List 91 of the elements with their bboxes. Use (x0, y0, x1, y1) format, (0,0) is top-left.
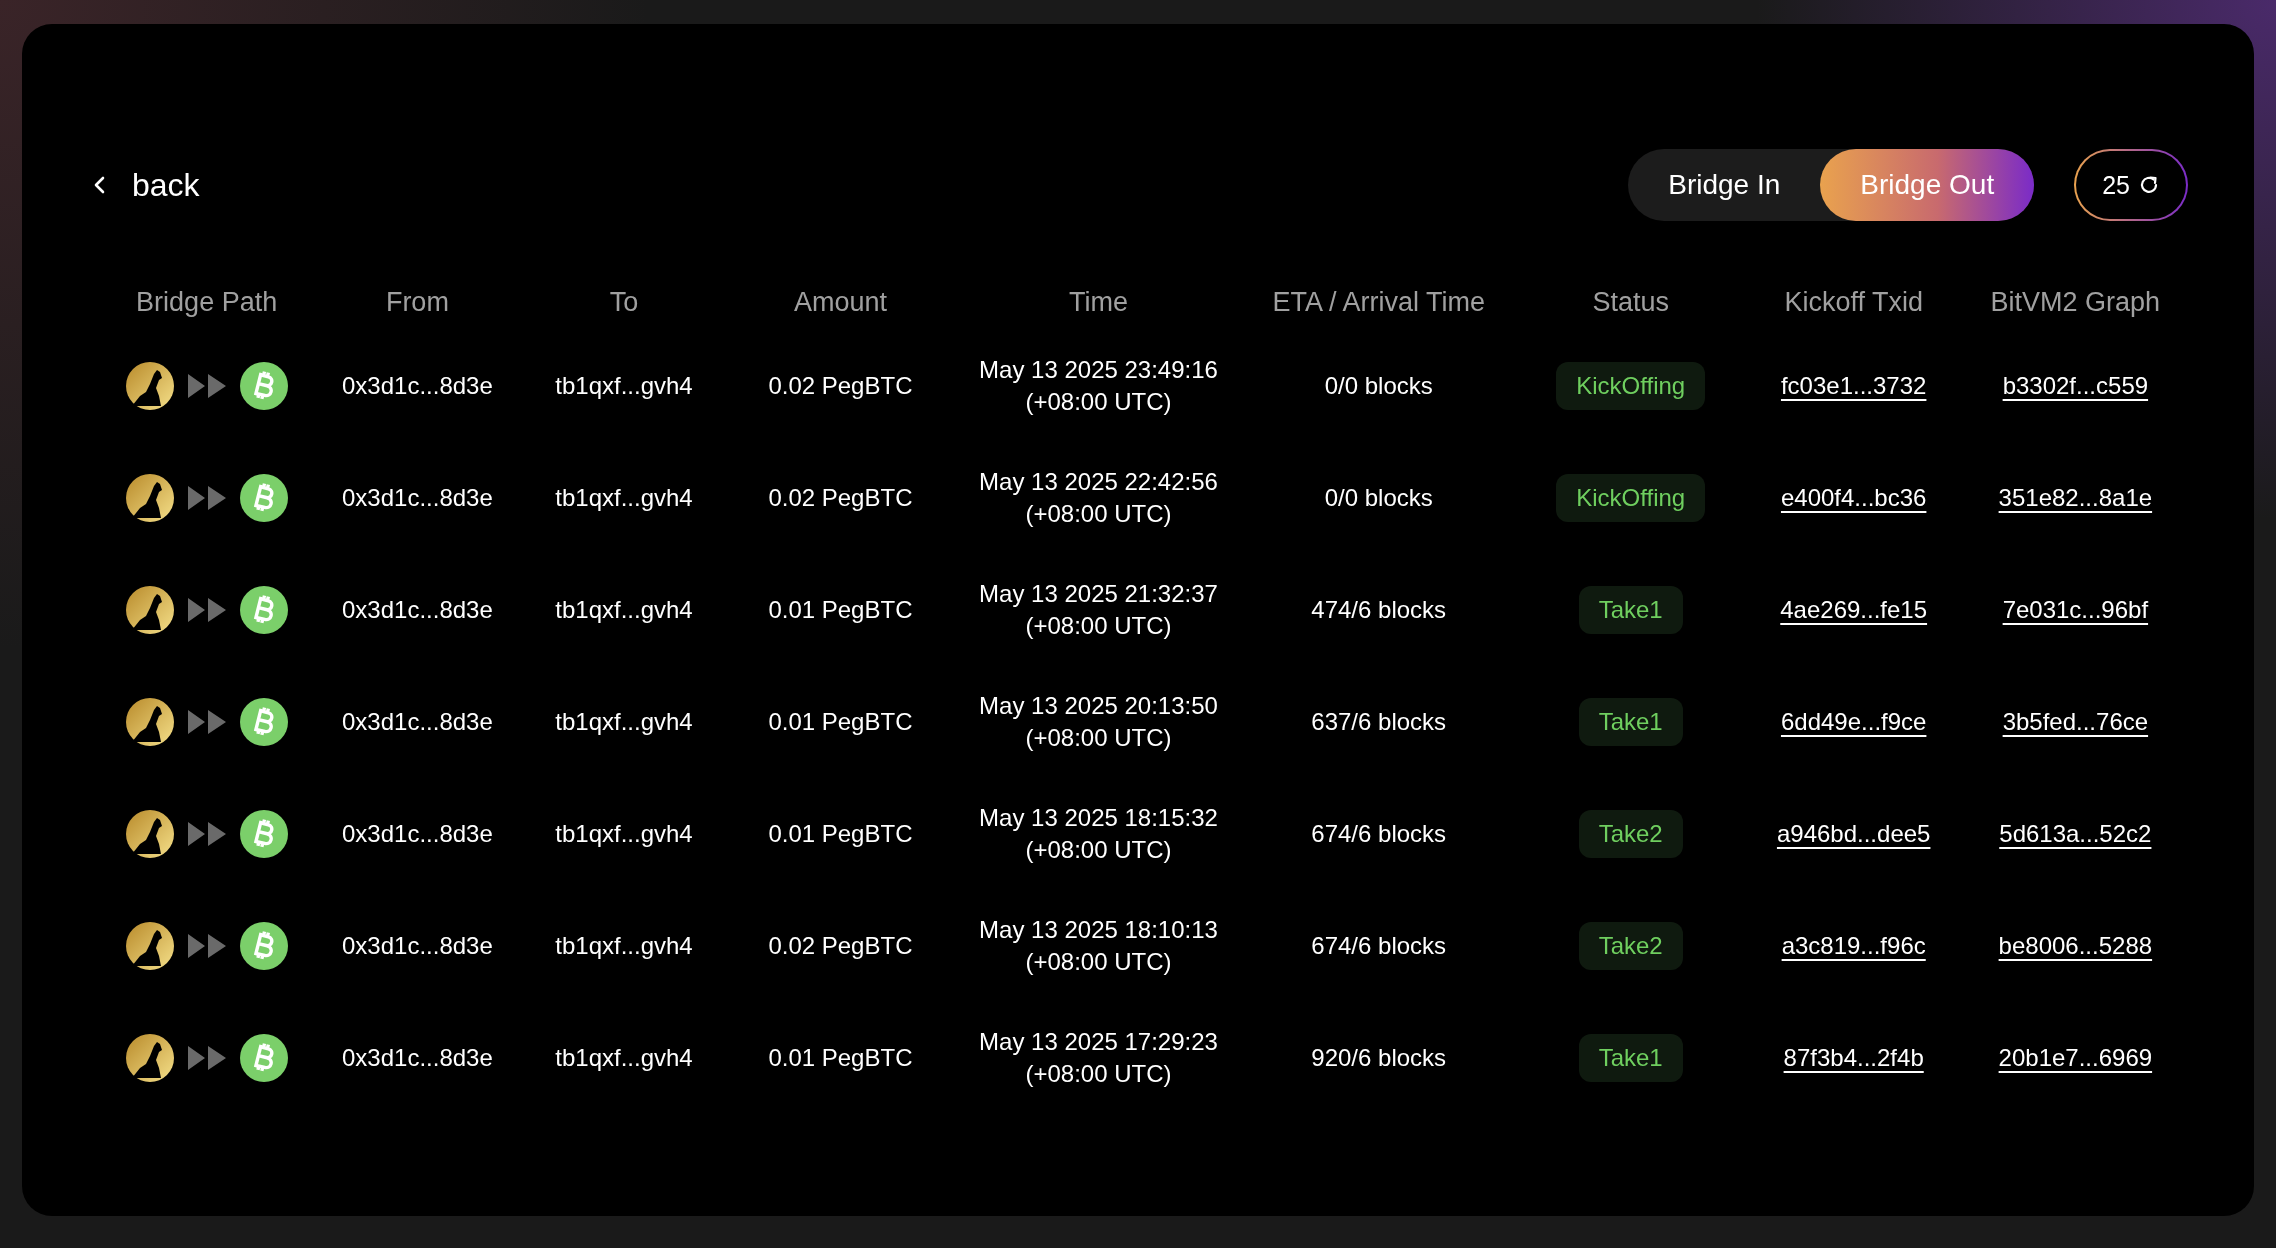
eta-blocks: 474/6 blocks (1311, 596, 1447, 623)
bitcoin-icon (239, 1034, 288, 1082)
eta-blocks: 674/6 blocks (1311, 932, 1447, 959)
to-address: tb1qxf...gvh4 (555, 1044, 693, 1071)
back-button[interactable]: back (90, 166, 200, 204)
double-arrow-icon (187, 374, 226, 398)
kickoff-txid-link[interactable]: a3c819...f96c (1781, 932, 1926, 959)
bridge-tab[interactable]: Bridge In (1628, 149, 1821, 221)
amount: 0.01 PegBTC (768, 820, 913, 847)
column-header: BitVM2 Graph (1989, 285, 2162, 319)
column-header: To (608, 285, 640, 319)
kickoff-txid-link[interactable]: 6dd49e...f9ce (1780, 708, 1927, 735)
to-address: tb1qxf...gvh4 (555, 372, 693, 399)
from-address: 0x3d1c...8d3e (342, 372, 493, 399)
amount: 0.01 PegBTC (768, 1044, 913, 1071)
goat-coin-icon (125, 586, 174, 634)
column-header: Time (1068, 285, 1129, 319)
refresh-button[interactable]: 25 (2074, 149, 2188, 221)
kickoff-txid-link[interactable]: fc03e1...3732 (1780, 372, 1927, 399)
timestamp: May 13 2025 23:49:16 (+08:00 UTC) (979, 355, 1218, 417)
from-address: 0x3d1c...8d3e (342, 932, 493, 959)
from-address: 0x3d1c...8d3e (342, 596, 493, 623)
graph-link[interactable]: 3b5fed...76ce (2002, 708, 2149, 735)
goat-coin-icon (125, 810, 174, 858)
timestamp: May 13 2025 18:10:13 (+08:00 UTC) (979, 915, 1218, 977)
refresh-icon (2138, 174, 2160, 196)
graph-link[interactable]: 351e82...8a1e (1998, 484, 2153, 511)
from-address: 0x3d1c...8d3e (342, 708, 493, 735)
column-header: Status (1591, 285, 1670, 319)
status-badge: Take2 (1578, 922, 1683, 970)
goat-coin-icon (125, 1034, 174, 1082)
from-address: 0x3d1c...8d3e (342, 484, 493, 511)
status-badge: KickOffing (1556, 474, 1706, 522)
bitcoin-icon (239, 922, 288, 970)
eta-blocks: 674/6 blocks (1311, 820, 1447, 847)
status-badge: KickOffing (1556, 362, 1706, 410)
kickoff-txid-link[interactable]: a946bd...dee5 (1776, 820, 1931, 847)
amount: 0.02 PegBTC (768, 484, 913, 511)
timestamp: May 13 2025 17:29:23 (+08:00 UTC) (979, 1027, 1218, 1089)
kickoff-txid-link[interactable]: 87f3b4...2f4b (1783, 1044, 1924, 1071)
status-badge: Take2 (1578, 810, 1683, 858)
column-header: Bridge Path (135, 285, 279, 319)
double-arrow-icon (187, 486, 226, 510)
eta-blocks: 0/0 blocks (1324, 484, 1433, 511)
graph-link[interactable]: 20b1e7...6969 (1998, 1044, 2153, 1071)
bitcoin-icon (239, 362, 288, 410)
bitcoin-icon (239, 586, 288, 634)
amount: 0.01 PegBTC (768, 708, 913, 735)
amount: 0.02 PegBTC (768, 372, 913, 399)
bitcoin-icon (239, 810, 288, 858)
status-badge: Take1 (1578, 1034, 1683, 1082)
to-address: tb1qxf...gvh4 (555, 932, 693, 959)
bitcoin-icon (239, 474, 288, 522)
double-arrow-icon (187, 1046, 226, 1070)
double-arrow-icon (187, 598, 226, 622)
kickoff-txid-link[interactable]: 4ae269...fe15 (1780, 596, 1928, 623)
graph-link[interactable]: be8006...5288 (1998, 932, 2153, 959)
to-address: tb1qxf...gvh4 (555, 820, 693, 847)
timestamp: May 13 2025 18:15:32 (+08:00 UTC) (979, 803, 1218, 865)
timestamp: May 13 2025 22:42:56 (+08:00 UTC) (979, 467, 1218, 529)
eta-blocks: 637/6 blocks (1311, 708, 1447, 735)
timestamp: May 13 2025 21:32:37 (+08:00 UTC) (979, 579, 1218, 641)
column-header: From (384, 285, 450, 319)
to-address: tb1qxf...gvh4 (555, 484, 693, 511)
graph-link[interactable]: 7e031c...96bf (2002, 596, 2149, 623)
amount: 0.01 PegBTC (768, 596, 913, 623)
kickoff-txid-link[interactable]: e400f4...bc36 (1780, 484, 1927, 511)
graph-link[interactable]: b3302f...c559 (2002, 372, 2149, 399)
bitcoin-icon (239, 698, 288, 746)
double-arrow-icon (187, 822, 226, 846)
column-header: Amount (792, 285, 888, 319)
eta-blocks: 920/6 blocks (1311, 1044, 1447, 1071)
column-header: ETA / Arrival Time (1271, 285, 1486, 319)
timestamp: May 13 2025 20:13:50 (+08:00 UTC) (979, 691, 1218, 753)
double-arrow-icon (187, 934, 226, 958)
double-arrow-icon (187, 710, 226, 734)
graph-link[interactable]: 5d613a...52c2 (1999, 820, 2152, 847)
bridge-tab[interactable]: Bridge Out (1820, 149, 2035, 221)
amount: 0.02 PegBTC (768, 932, 913, 959)
to-address: tb1qxf...gvh4 (555, 708, 693, 735)
status-badge: Take1 (1578, 586, 1683, 634)
goat-coin-icon (125, 698, 174, 746)
goat-coin-icon (125, 474, 174, 522)
eta-blocks: 0/0 blocks (1324, 372, 1433, 399)
from-address: 0x3d1c...8d3e (342, 1044, 493, 1071)
to-address: tb1qxf...gvh4 (555, 596, 693, 623)
status-badge: Take1 (1578, 698, 1683, 746)
goat-coin-icon (125, 922, 174, 970)
from-address: 0x3d1c...8d3e (342, 820, 493, 847)
column-header: Kickoff Txid (1783, 285, 1924, 319)
goat-coin-icon (125, 362, 174, 410)
